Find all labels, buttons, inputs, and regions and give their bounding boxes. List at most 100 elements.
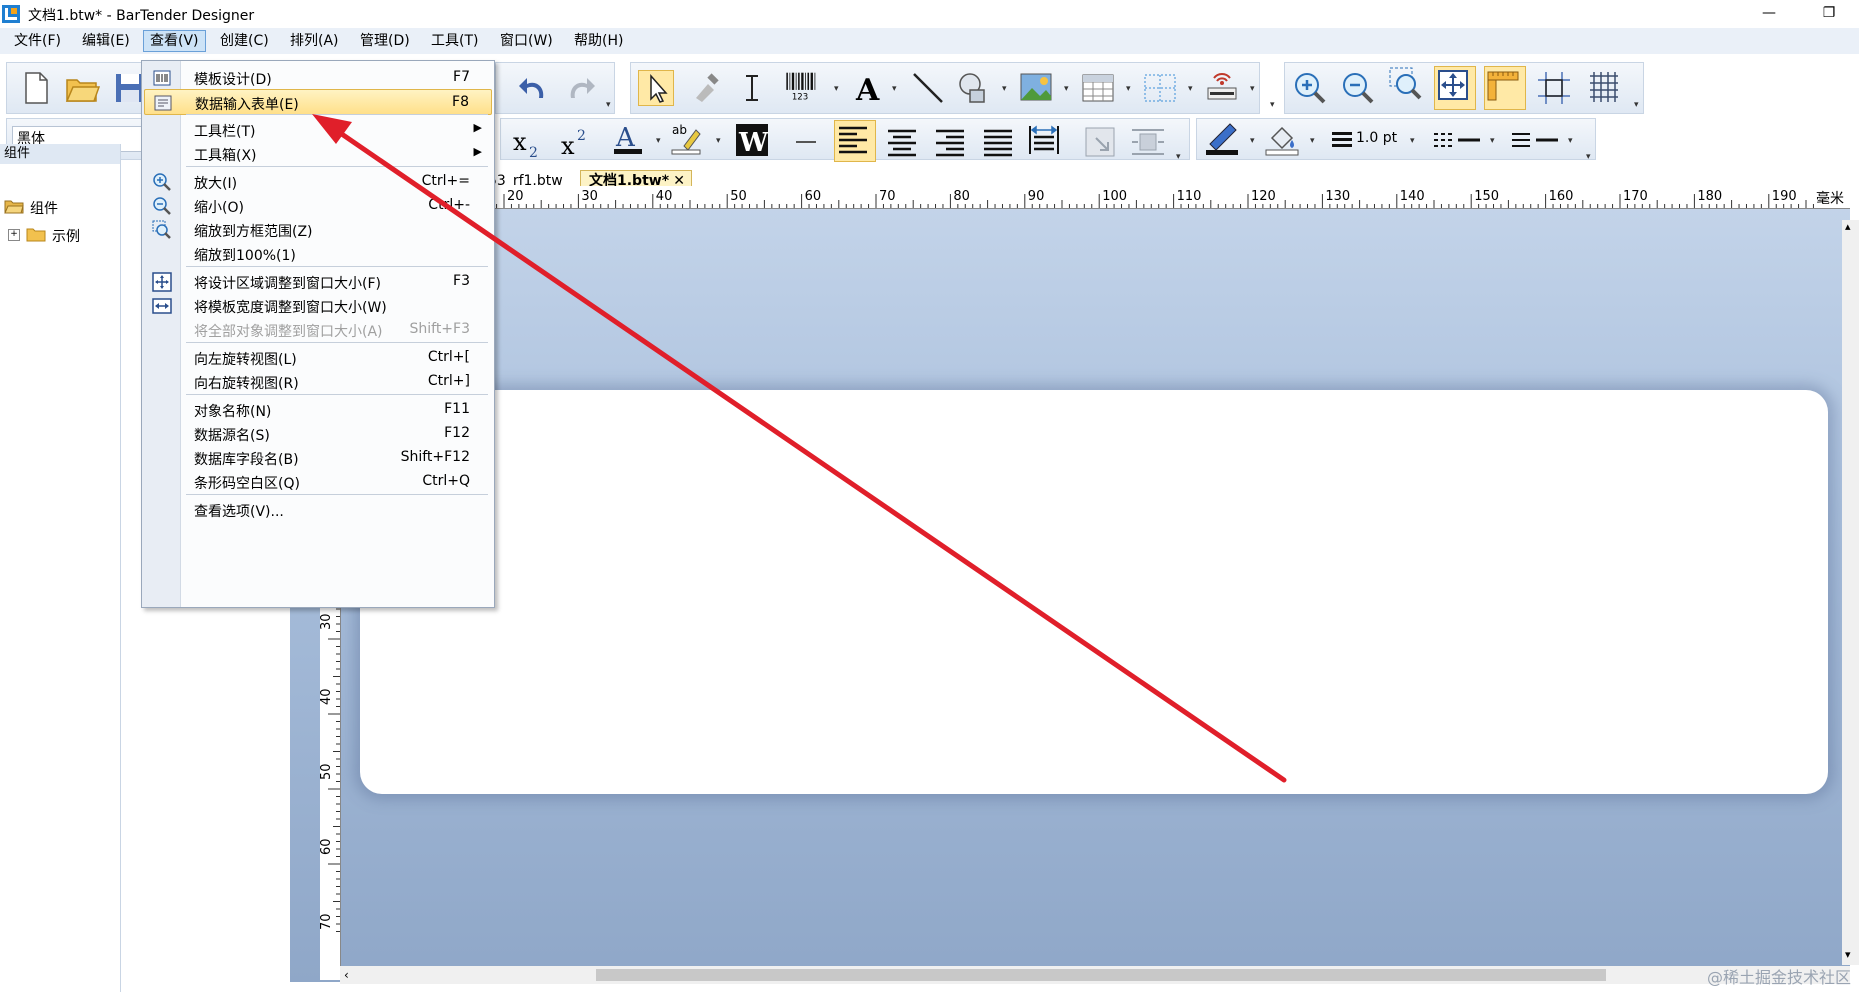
- line-style-overflow-icon[interactable]: ▾: [1586, 152, 1591, 162]
- line-dash-dropdown-icon[interactable]: ▾: [1490, 136, 1495, 146]
- shape-tool-icon[interactable]: [956, 70, 992, 106]
- picture-dropdown-icon[interactable]: ▾: [1064, 84, 1069, 94]
- menu-create[interactable]: 创建(C): [214, 30, 275, 52]
- align-right-icon[interactable]: [932, 124, 968, 160]
- label-template[interactable]: [360, 390, 1828, 794]
- view-menu-item[interactable]: 工具箱(X) ▶: [144, 141, 492, 167]
- minimize-button[interactable]: —: [1754, 4, 1784, 24]
- view-menu-item[interactable]: 条形码空白区(Q) Ctrl+Q: [144, 469, 492, 495]
- zoom-out-icon[interactable]: [1340, 70, 1376, 106]
- table-tool-icon[interactable]: [1080, 70, 1116, 106]
- justify-icon[interactable]: [980, 124, 1016, 160]
- view-menu-item[interactable]: 将模板宽度调整到窗口大小(W): [144, 293, 492, 319]
- line-tool-icon[interactable]: [910, 70, 946, 106]
- tree-expand-icon[interactable]: +: [8, 229, 20, 241]
- horizontal-line-icon[interactable]: [788, 124, 824, 160]
- fill-color-icon[interactable]: [1264, 120, 1300, 156]
- text-format-overflow-icon[interactable]: ▾: [1176, 152, 1181, 162]
- object-toolbar-overflow-icon[interactable]: ▾: [1270, 100, 1275, 110]
- menu-edit[interactable]: 编辑(E): [76, 30, 136, 52]
- fit-text-width-icon[interactable]: [1026, 122, 1062, 158]
- menu-help[interactable]: 帮助(H): [568, 30, 629, 52]
- menu-arrange[interactable]: 排列(A): [284, 30, 345, 52]
- horizontal-scroll-thumb[interactable]: [596, 969, 1606, 981]
- line-width-dropdown-icon[interactable]: ▾: [1410, 136, 1415, 146]
- view-menu-item[interactable]: 向右旋转视图(R) Ctrl+]: [144, 369, 492, 395]
- undo-toolbar-overflow-icon[interactable]: ▾: [606, 100, 611, 110]
- select-pointer-icon[interactable]: [638, 70, 674, 106]
- vertical-scrollbar[interactable]: ▴ ▾: [1842, 220, 1859, 965]
- ruler-toggle-icon[interactable]: [1484, 66, 1526, 110]
- text-dropdown-icon[interactable]: ▾: [892, 84, 897, 94]
- line-style-icon[interactable]: [1510, 128, 1566, 150]
- superscript-icon[interactable]: x2: [558, 124, 594, 160]
- restore-button[interactable]: ❐: [1814, 4, 1844, 24]
- highlight-color-icon[interactable]: ab: [668, 120, 704, 156]
- save-icon[interactable]: [112, 70, 142, 106]
- view-menu-item[interactable]: 模板设计(D) F7: [144, 65, 492, 91]
- view-menu-item[interactable]: 对象名称(N) F11: [144, 397, 492, 423]
- object-anchor-icon[interactable]: [1082, 124, 1118, 160]
- view-menu-item[interactable]: 查看选项(V)...: [144, 497, 492, 523]
- fit-design-area-icon[interactable]: [1434, 66, 1476, 110]
- line-color-icon[interactable]: [1204, 120, 1240, 156]
- view-menu-item[interactable]: 缩小(O) Ctrl+-: [144, 193, 492, 219]
- line-color-dropdown-icon[interactable]: ▾: [1250, 136, 1255, 146]
- view-menu-item[interactable]: 向左旋转视图(L) Ctrl+[: [144, 345, 492, 371]
- menu-tools[interactable]: 工具(T): [425, 30, 484, 52]
- fill-color-dropdown-icon[interactable]: ▾: [1310, 136, 1315, 146]
- snap-guides-icon[interactable]: [1536, 70, 1572, 106]
- line-width-value[interactable]: 1.0 pt: [1356, 130, 1397, 146]
- rfid-dropdown-icon[interactable]: ▾: [1250, 84, 1255, 94]
- zoom-in-icon[interactable]: [1292, 70, 1328, 106]
- line-dash-icon[interactable]: [1432, 128, 1488, 150]
- view-menu-item[interactable]: 放大(I) Ctrl+=: [144, 169, 492, 195]
- menu-file[interactable]: 文件(F): [8, 30, 67, 52]
- view-menu-item[interactable]: 数据源名(S) F12: [144, 421, 492, 447]
- text-wrap-icon[interactable]: [1130, 124, 1166, 160]
- scroll-up-icon[interactable]: ▴: [1845, 220, 1851, 233]
- grid-box-icon[interactable]: [1142, 70, 1178, 106]
- new-document-icon[interactable]: [18, 70, 54, 106]
- scroll-down-icon[interactable]: ▾: [1845, 948, 1851, 961]
- barcode-dropdown-icon[interactable]: ▾: [834, 84, 839, 94]
- zoom-toolbar-overflow-icon[interactable]: ▾: [1634, 100, 1639, 110]
- grid-toggle-icon[interactable]: [1586, 70, 1622, 106]
- grid-box-dropdown-icon[interactable]: ▾: [1188, 84, 1193, 94]
- shape-dropdown-icon[interactable]: ▾: [1002, 84, 1007, 94]
- view-menu-item[interactable]: 缩放到方框范围(Z): [144, 217, 492, 243]
- align-left-icon[interactable]: [834, 120, 876, 162]
- menu-view[interactable]: 查看(V): [143, 30, 206, 52]
- align-center-icon[interactable]: [884, 124, 920, 160]
- horizontal-scrollbar[interactable]: ‹: [340, 966, 1850, 984]
- view-menu-item[interactable]: 将设计区域调整到窗口大小(F) F3: [144, 269, 492, 295]
- view-menu-item[interactable]: 缩放到100%(1): [144, 241, 492, 267]
- picture-tool-icon[interactable]: [1018, 70, 1054, 106]
- tree-item-examples[interactable]: 示例: [52, 226, 80, 246]
- font-color-dropdown-icon[interactable]: ▾: [656, 136, 661, 146]
- rfid-tool-icon[interactable]: [1204, 66, 1240, 102]
- redo-icon[interactable]: [563, 70, 599, 106]
- menu-window[interactable]: 窗口(W): [494, 30, 559, 52]
- font-color-icon[interactable]: A: [610, 120, 646, 156]
- text-object-icon[interactable]: A: [852, 70, 888, 108]
- zoom-box-icon[interactable]: [1388, 66, 1424, 102]
- ruler-tick-label: 180: [1697, 189, 1722, 204]
- view-menu-item[interactable]: 数据库字段名(B) Shift+F12: [144, 445, 492, 471]
- inverse-text-icon[interactable]: W: [734, 122, 770, 158]
- line-style-dropdown-icon[interactable]: ▾: [1568, 136, 1573, 146]
- highlight-dropdown-icon[interactable]: ▾: [716, 136, 721, 146]
- format-painter-icon[interactable]: [688, 70, 724, 106]
- subscript-icon[interactable]: x2: [510, 124, 546, 161]
- barcode-icon[interactable]: 123: [784, 68, 830, 104]
- ruler-tick-label: 120: [1251, 189, 1276, 204]
- tree-root-components[interactable]: 组件: [30, 198, 58, 218]
- undo-icon[interactable]: [515, 70, 551, 106]
- view-menu-item[interactable]: 数据输入表单(E) F8: [144, 89, 492, 115]
- table-dropdown-icon[interactable]: ▾: [1126, 84, 1131, 94]
- view-menu-item[interactable]: 工具栏(T) ▶: [144, 117, 492, 143]
- scroll-left-icon[interactable]: ‹: [344, 968, 349, 982]
- text-cursor-icon[interactable]: [734, 70, 770, 106]
- menu-manage[interactable]: 管理(D): [354, 30, 416, 52]
- open-folder-icon[interactable]: [64, 70, 101, 106]
